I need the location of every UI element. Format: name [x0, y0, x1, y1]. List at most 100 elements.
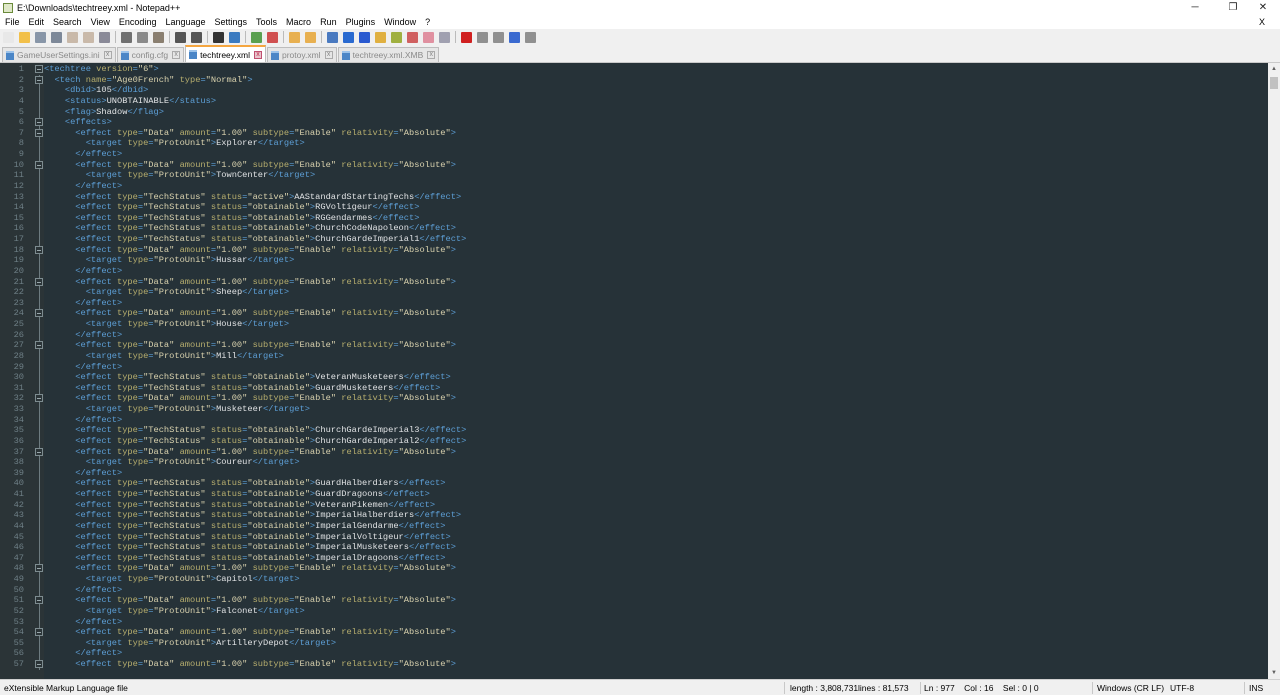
save-macro-icon[interactable] [525, 31, 536, 43]
code-line[interactable]: 28 <target type="ProtoUnit">Mill</target… [0, 350, 1268, 362]
tab-close-icon[interactable]: x [253, 50, 262, 59]
code-line[interactable]: 11 <target type="ProtoUnit">TownCenter</… [0, 170, 1268, 181]
zoom-in-icon[interactable] [251, 31, 262, 43]
code-line[interactable]: 54 <effect type="Data" amount="1.00" sub… [0, 627, 1268, 638]
tab-close-icon[interactable]: x [324, 51, 333, 59]
close-window-button[interactable]: ✕ [1246, 0, 1280, 15]
copy-icon[interactable] [137, 31, 148, 43]
folder-workspace-icon[interactable] [407, 31, 418, 43]
code-line[interactable]: 9 </effect> [0, 149, 1268, 160]
code-editor[interactable]: 1 <techtree version="6"> 2 <tech name="Age… [0, 63, 1268, 679]
code-line[interactable]: 34 </effect> [0, 414, 1268, 426]
code-line[interactable]: 13 <effect type="TechStatus" status="act… [0, 191, 1268, 203]
code-line[interactable]: 41 <effect type="TechStatus" status="obt… [0, 489, 1268, 500]
code-line[interactable]: 45 <effect type="TechStatus" status="obt… [0, 531, 1268, 543]
run-macro-multiple-icon[interactable] [509, 31, 520, 43]
code-line[interactable]: 5 <flag>Shadow</flag> [0, 106, 1268, 118]
find-icon[interactable] [213, 31, 224, 43]
close-all-icon[interactable] [83, 31, 94, 43]
code-line[interactable]: 56 </effect> [0, 648, 1268, 659]
tab-protoy-xml[interactable]: protoy.xml x [266, 47, 337, 62]
code-line[interactable]: 50 </effect> [0, 584, 1268, 596]
fold-toggle-icon[interactable] [35, 628, 43, 637]
code-line[interactable]: 48 <effect type="Data" amount="1.00" sub… [0, 563, 1268, 574]
status-encoding[interactable]: UTF-8 [1170, 683, 1194, 693]
code-line[interactable]: 39 </effect> [0, 467, 1268, 479]
sync-vertical-icon[interactable] [289, 31, 300, 43]
code-line[interactable]: 17 <effect type="TechStatus" status="obt… [0, 234, 1268, 245]
code-line[interactable]: 18 <effect type="Data" amount="1.00" sub… [0, 244, 1268, 256]
redo-icon[interactable] [191, 31, 202, 43]
menu-help[interactable]: ? [425, 17, 430, 27]
menu-search[interactable]: Search [53, 17, 82, 27]
sync-horizontal-icon[interactable] [305, 31, 316, 43]
code-line[interactable]: 26 </effect> [0, 329, 1268, 341]
code-line[interactable]: 4 <status>UNOBTAINABLE</status> [0, 95, 1268, 107]
scrollbar-thumb[interactable] [1270, 77, 1278, 89]
code-line[interactable]: 57 <effect type="Data" amount="1.00" sub… [0, 659, 1268, 670]
minimize-button[interactable]: ─ [1178, 0, 1212, 15]
fold-toggle-icon[interactable] [35, 447, 43, 456]
word-wrap-icon[interactable] [327, 31, 338, 43]
function-list-icon[interactable] [391, 31, 402, 43]
code-line[interactable]: 44 <effect type="TechStatus" status="obt… [0, 520, 1268, 532]
zoom-out-icon[interactable] [267, 31, 278, 43]
menu-window[interactable]: Window [384, 17, 416, 27]
code-line[interactable]: 42 <effect type="TechStatus" status="obt… [0, 499, 1268, 511]
menu-language[interactable]: Language [165, 17, 205, 27]
code-line[interactable]: 1 <techtree version="6"> [0, 64, 1268, 75]
save-icon[interactable] [35, 31, 46, 43]
doc-map-icon[interactable] [375, 31, 386, 43]
menu-plugins[interactable]: Plugins [346, 17, 376, 27]
code-line[interactable]: 43 <effect type="TechStatus" status="obt… [0, 510, 1268, 521]
close-document-button[interactable]: X [1259, 17, 1265, 27]
record-macro-icon[interactable] [461, 31, 472, 43]
code-line[interactable]: 2 <tech name="Age0French" type="Normal"> [0, 74, 1268, 86]
menu-tools[interactable]: Tools [256, 17, 277, 27]
code-line[interactable]: 37 <effect type="Data" amount="1.00" sub… [0, 446, 1268, 458]
menu-edit[interactable]: Edit [29, 17, 45, 27]
fold-toggle-icon[interactable] [35, 564, 43, 573]
scroll-down-arrow-icon[interactable]: ▼ [1268, 667, 1280, 679]
tab-close-icon[interactable]: x [103, 51, 112, 59]
code-line[interactable]: 51 <effect type="Data" amount="1.00" sub… [0, 595, 1268, 606]
fold-toggle-icon[interactable] [35, 309, 43, 318]
fold-toggle-icon[interactable] [35, 596, 43, 605]
menu-macro[interactable]: Macro [286, 17, 311, 27]
status-insert-mode[interactable]: INS [1249, 683, 1263, 693]
code-line[interactable]: 24 <effect type="Data" amount="1.00" sub… [0, 308, 1268, 319]
fold-toggle-icon[interactable] [35, 277, 43, 286]
code-line[interactable]: 47 <effect type="TechStatus" status="obt… [0, 552, 1268, 564]
show-all-chars-icon[interactable] [343, 31, 354, 43]
save-all-icon[interactable] [51, 31, 62, 43]
new-file-icon[interactable] [3, 31, 14, 43]
menu-encoding[interactable]: Encoding [119, 17, 157, 27]
fold-toggle-icon[interactable] [35, 118, 43, 127]
tab-gameusersettings-ini[interactable]: GameUserSettings.ini x [2, 47, 116, 62]
vertical-scrollbar[interactable]: ▲ ▼ [1268, 63, 1280, 679]
code-line[interactable]: 31 <effect type="TechStatus" status="obt… [0, 382, 1268, 394]
fold-toggle-icon[interactable] [35, 660, 43, 668]
menu-run[interactable]: Run [320, 17, 337, 27]
tab-techtreey-xml[interactable]: techtreey.xml x [185, 45, 266, 62]
play-macro-icon[interactable] [493, 31, 504, 43]
tab-techtreey-xml-xmb[interactable]: techtreey.xml.XMB x [337, 47, 440, 62]
code-line[interactable]: 14 <effect type="TechStatus" status="obt… [0, 202, 1268, 213]
close-icon[interactable] [67, 31, 78, 43]
tab-close-icon[interactable]: x [427, 51, 436, 59]
fold-toggle-icon[interactable] [35, 394, 43, 403]
replace-icon[interactable] [229, 31, 240, 43]
code-line[interactable]: 32 <effect type="Data" amount="1.00" sub… [0, 393, 1268, 404]
fold-toggle-icon[interactable] [35, 65, 43, 73]
code-line[interactable]: 8 <target type="ProtoUnit">Explorer</tar… [0, 138, 1268, 149]
code-line[interactable]: 3 <dbid>105</dbid> [0, 85, 1268, 96]
code-line[interactable]: 20 </effect> [0, 265, 1268, 277]
code-line[interactable]: 16 <effect type="TechStatus" status="obt… [0, 223, 1268, 234]
code-line[interactable]: 38 <target type="ProtoUnit">Coureur</tar… [0, 457, 1268, 468]
code-line[interactable]: 30 <effect type="TechStatus" status="obt… [0, 372, 1268, 383]
paste-icon[interactable] [153, 31, 164, 43]
fold-toggle-icon[interactable] [35, 75, 43, 84]
code-line[interactable]: 29 </effect> [0, 361, 1268, 373]
fold-toggle-icon[interactable] [35, 128, 43, 137]
code-line[interactable]: 55 <target type="ProtoUnit">ArtilleryDep… [0, 637, 1268, 649]
